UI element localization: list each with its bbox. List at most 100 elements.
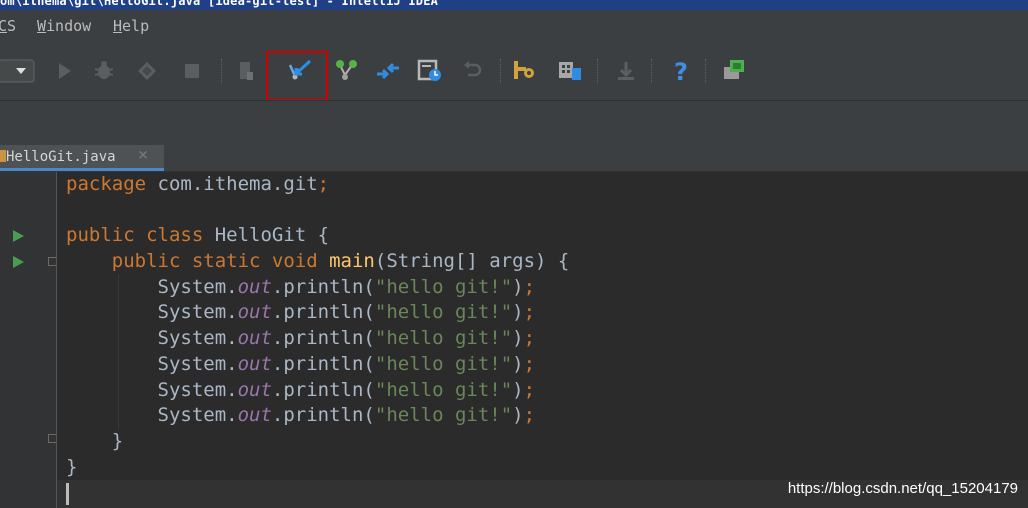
code-token: "hello git!" xyxy=(374,352,513,375)
vcs-compare-button[interactable] xyxy=(374,57,402,85)
vcs-branch-button[interactable] xyxy=(333,57,361,85)
code-token: ; xyxy=(523,378,536,401)
code-token: "hello git!" xyxy=(374,378,513,401)
code-token: System. xyxy=(66,378,238,401)
vcs-history-button[interactable] xyxy=(416,57,444,85)
coverage-button[interactable] xyxy=(133,57,161,85)
code-token: HelloGit { xyxy=(214,224,330,247)
plugin-icon xyxy=(724,60,744,79)
code-token: ) xyxy=(512,404,524,427)
menu-vcs[interactable]: CS xyxy=(0,17,16,35)
toolbar-separator xyxy=(651,59,653,83)
code-token: "hello git!" xyxy=(374,327,513,350)
window-title: om\ithema\git\HelloGit.java [idea-git-te… xyxy=(0,0,439,8)
download-icon xyxy=(618,62,634,80)
code-token: System. xyxy=(66,352,238,375)
code-token: main xyxy=(329,250,375,273)
code-token: out xyxy=(237,275,272,298)
run-icon xyxy=(59,63,71,79)
tab-hellogit-java[interactable]: HelloGit.java × xyxy=(0,145,164,171)
help-button[interactable]: ? xyxy=(667,57,695,85)
sdk-settings-button[interactable] xyxy=(510,57,538,85)
code-token: ) xyxy=(512,352,524,375)
plugin-button[interactable] xyxy=(721,57,749,85)
vcs-revert-button[interactable] xyxy=(458,57,486,85)
code-token: .println( xyxy=(271,327,375,350)
watermark: https://blog.csdn.net/qq_15204179 xyxy=(787,480,1018,497)
run-config-dropdown[interactable] xyxy=(0,57,38,85)
stop-button[interactable] xyxy=(178,57,206,85)
code-token: "hello git!" xyxy=(374,404,513,427)
code-token: ; xyxy=(523,301,536,324)
code-token: out xyxy=(237,352,272,375)
code-token: public static void xyxy=(66,250,330,273)
code-token: System. xyxy=(66,275,238,298)
run-button[interactable] xyxy=(50,57,78,85)
build-button[interactable] xyxy=(232,57,260,85)
download-button[interactable] xyxy=(612,57,640,85)
title-bar: om\ithema\git\HelloGit.java [idea-git-te… xyxy=(0,0,1028,10)
main-toolbar: ? xyxy=(0,43,1028,100)
code-line: System.out.println("hello git!"); xyxy=(66,326,1016,352)
debug-button[interactable] xyxy=(90,57,118,85)
code-token: com.ithema.git xyxy=(157,173,318,195)
code-line: System.out.println("hello git!"); xyxy=(66,275,1016,301)
stop-icon xyxy=(185,64,199,78)
run-class-icon[interactable] xyxy=(13,230,24,242)
code-editor[interactable]: package com.ithema.git; public class Hel… xyxy=(66,172,1016,480)
vcs-revert-icon xyxy=(464,61,482,77)
code-token: ) xyxy=(512,301,524,324)
code-token: out xyxy=(237,327,272,350)
code-line: System.out.println("hello git!"); xyxy=(66,403,1016,429)
editor-gutter xyxy=(0,172,57,508)
svg-text:?: ? xyxy=(674,58,688,85)
code-line: System.out.println("hello git!"); xyxy=(66,352,1016,378)
code-token: } xyxy=(66,429,124,452)
build-icon xyxy=(240,62,253,80)
code-token: ) xyxy=(512,378,524,401)
project-structure-icon xyxy=(559,62,581,80)
code-token: package xyxy=(66,173,158,195)
toolbar-separator xyxy=(597,59,599,83)
code-token: .println( xyxy=(271,378,375,401)
code-token: ) xyxy=(512,327,524,350)
text-caret xyxy=(66,483,69,505)
code-line: System.out.println("hello git!"); xyxy=(66,378,1016,404)
run-config-dropdown-icon xyxy=(0,59,35,83)
run-main-icon[interactable] xyxy=(13,256,24,268)
sdk-settings-icon xyxy=(514,61,534,79)
code-line: } xyxy=(66,455,1016,481)
code-token: .println( xyxy=(271,301,375,324)
code-line: public class HelloGit { xyxy=(66,223,1016,249)
code-token: .println( xyxy=(271,352,375,375)
code-token: "hello git!" xyxy=(374,275,513,298)
code-line: public static void main(String[] args) { xyxy=(66,249,1016,275)
code-token: .println( xyxy=(271,275,375,298)
code-token: (String[] args) { xyxy=(374,250,570,273)
code-token: ; xyxy=(523,327,536,350)
code-token: "hello git!" xyxy=(374,301,513,324)
menu-help[interactable]: Help xyxy=(113,17,149,35)
close-icon[interactable]: × xyxy=(138,145,148,165)
highlight-box xyxy=(266,51,328,101)
code-token: out xyxy=(237,378,272,401)
menu-bar: CS Window Help xyxy=(0,10,1028,43)
toolbar-separator xyxy=(221,59,223,83)
code-line: } xyxy=(66,429,1016,455)
code-token: ; xyxy=(523,352,536,375)
code-token: System. xyxy=(66,301,238,324)
code-token: ; xyxy=(523,404,536,427)
code-token: out xyxy=(237,404,272,427)
code-token: out xyxy=(237,301,272,324)
vcs-branch-icon xyxy=(336,60,357,80)
code-token: } xyxy=(66,455,78,478)
debug-icon xyxy=(94,61,114,79)
code-token: System. xyxy=(66,327,238,350)
project-structure-button[interactable] xyxy=(556,57,584,85)
menu-window[interactable]: Window xyxy=(37,17,91,35)
vcs-history-icon xyxy=(417,59,441,81)
code-token: ) xyxy=(512,275,524,298)
help-icon: ? xyxy=(674,58,688,85)
vcs-compare-icon xyxy=(377,62,399,80)
